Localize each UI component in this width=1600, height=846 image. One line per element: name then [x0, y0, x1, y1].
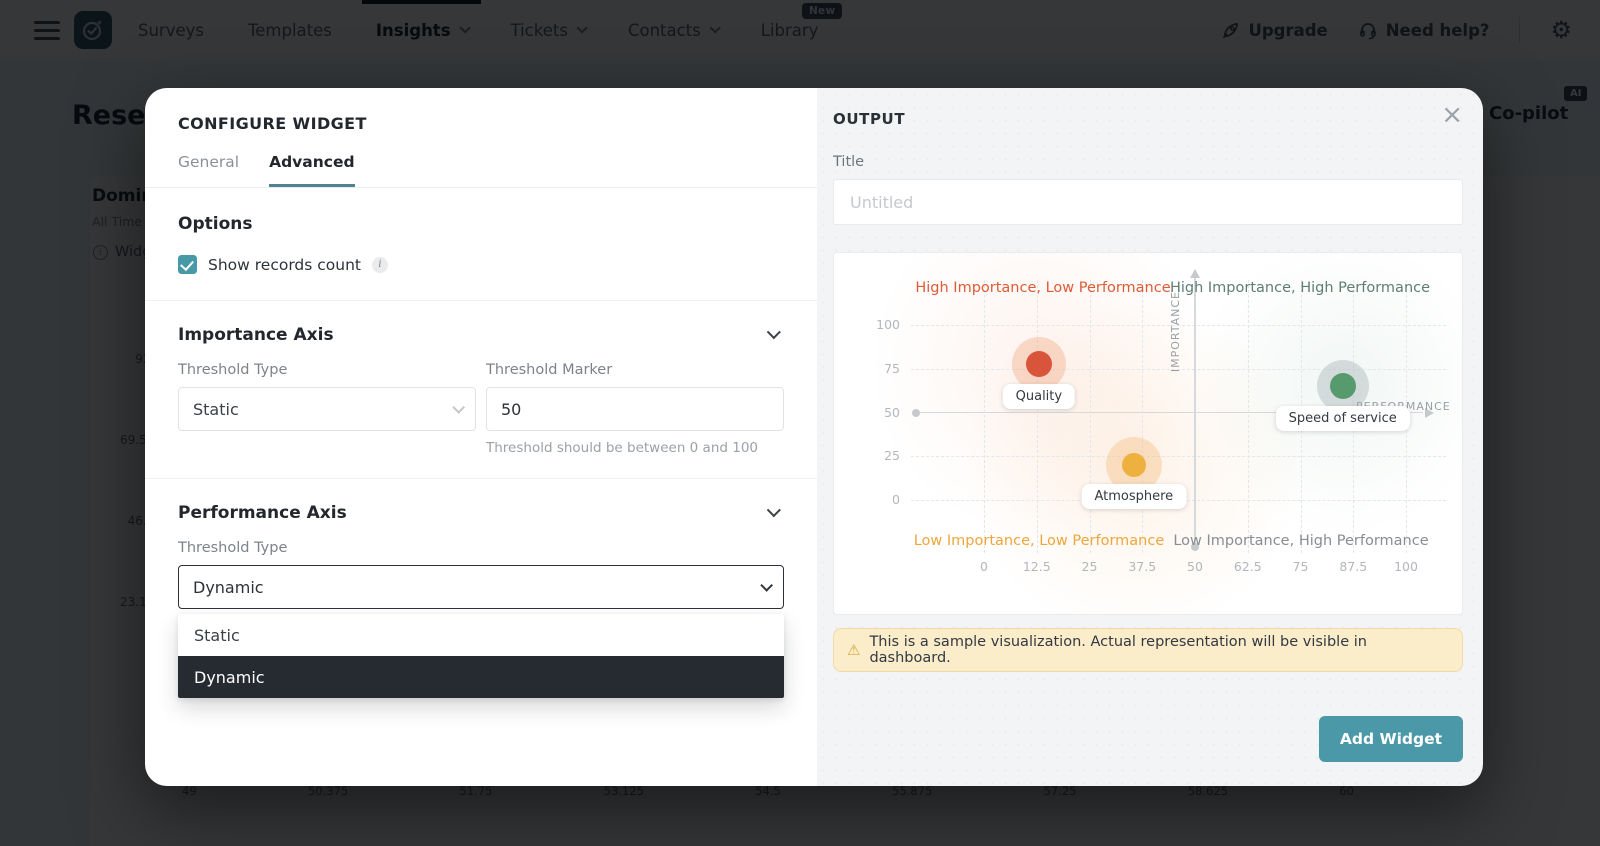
importance-axis-label: IMPORTANCE	[1169, 291, 1182, 372]
axis-end-dot	[912, 409, 920, 417]
chevron-down-icon	[767, 503, 781, 517]
x-tick-label: 100	[1384, 559, 1428, 574]
gridline-horizontal	[911, 456, 1446, 457]
x-tick-label: 87.5	[1331, 559, 1375, 574]
selected-value: Dynamic	[193, 578, 264, 597]
gridline-vertical	[1142, 280, 1143, 553]
dropdown-option-static[interactable]: Static	[178, 614, 784, 656]
chart-preview-card: 012.52537.55062.57587.51000255075100PERF…	[833, 252, 1463, 615]
dropdown-option-dynamic[interactable]: Dynamic	[178, 656, 784, 698]
configure-widget-modal: CONFIGURE WIDGET General Advanced Option…	[145, 88, 1483, 786]
modal-tabs: General Advanced	[145, 153, 817, 188]
show-records-checkbox[interactable]	[178, 255, 197, 274]
x-tick-label: 62.5	[1226, 559, 1270, 574]
chevron-down-icon	[767, 325, 781, 339]
chevron-down-icon	[452, 401, 465, 414]
x-tick-label: 37.5	[1120, 559, 1164, 574]
x-tick-label: 75	[1279, 559, 1323, 574]
threshold-helper-text: Threshold should be between 0 and 100	[486, 440, 784, 456]
importance-axis-line	[1194, 278, 1196, 545]
performance-axis-heading: Performance Axis	[178, 503, 347, 523]
divider	[145, 478, 817, 479]
x-tick-label: 50	[1173, 559, 1217, 574]
output-panel: OUTPUT × Title 0 12.5 25 37.5 50 62.5 75 87.5 10…	[817, 88, 1483, 786]
threshold-marker-label: Threshold Marker	[486, 362, 784, 378]
threshold-marker-input[interactable]	[486, 387, 784, 431]
screen: SurveysTemplatesInsightsTicketsContactsL…	[0, 0, 1600, 846]
gridline-vertical	[1248, 280, 1249, 553]
y-tick-label: 0	[852, 492, 900, 507]
show-records-label: Show records count	[208, 256, 361, 274]
widget-title-input[interactable]	[833, 179, 1463, 225]
sample-note-banner: ⚠ This is a sample visualization. Actual…	[833, 628, 1463, 672]
performance-axis-header[interactable]: Performance Axis	[178, 503, 784, 523]
configure-panel: CONFIGURE WIDGET General Advanced Option…	[145, 88, 817, 786]
threshold-type-field: Threshold Type Static	[178, 362, 476, 456]
options-heading: Options	[178, 214, 784, 234]
point-label-chip: Atmosphere	[1081, 484, 1186, 509]
point-label-chip: Speed of service	[1276, 406, 1410, 431]
quadrant-label-bottom-left: Low Importance, Low Performance	[914, 533, 1165, 549]
importance-threshold-type-select[interactable]: Static	[178, 387, 476, 431]
tab-advanced[interactable]: Advanced	[269, 153, 355, 187]
quadrant-label-top-right: High Importance, High Performance	[1170, 280, 1430, 296]
widget-title-label: Title	[833, 154, 1463, 170]
x-tick-label: 12.5	[1015, 559, 1059, 574]
threshold-type-dropdown-menu: StaticDynamic	[178, 614, 784, 698]
sample-note-text: This is a sample visualization. Actual r…	[869, 634, 1449, 666]
gridline-vertical	[1090, 280, 1091, 553]
data-point-dot	[1026, 351, 1052, 377]
output-heading: OUTPUT	[833, 110, 1463, 128]
y-tick-label: 100	[852, 317, 900, 332]
importance-axis-header[interactable]: Importance Axis	[178, 325, 784, 345]
quadrant-label-bottom-right: Low Importance, High Performance	[1173, 533, 1428, 549]
threshold-type-label: Threshold Type	[178, 362, 476, 378]
importance-fields: Threshold Type Static Threshold Marker T…	[178, 362, 784, 456]
close-icon[interactable]: ×	[1441, 102, 1463, 128]
divider	[145, 300, 817, 301]
quadrant-chart: 012.52537.55062.57587.51000255075100PERF…	[834, 253, 1462, 614]
data-point-dot	[1122, 453, 1146, 477]
axis-arrow-up	[1190, 269, 1200, 278]
performance-threshold-type-label: Threshold Type	[178, 540, 784, 556]
show-records-row: Show records count i	[178, 255, 784, 274]
add-widget-button[interactable]: Add Widget	[1319, 716, 1463, 762]
y-tick-label: 25	[852, 448, 900, 463]
tab-general[interactable]: General	[178, 153, 239, 187]
x-tick-label: 25	[1068, 559, 1112, 574]
gridline-vertical	[984, 280, 985, 553]
modal-title: CONFIGURE WIDGET	[178, 114, 784, 133]
y-tick-label: 75	[852, 361, 900, 376]
selected-value: Static	[193, 400, 239, 419]
point-label-chip: Quality	[1003, 384, 1075, 409]
x-tick-label: 0	[962, 559, 1006, 574]
importance-axis-heading: Importance Axis	[178, 325, 334, 345]
threshold-marker-field: Threshold Marker Threshold should be bet…	[486, 362, 784, 456]
records-info-icon[interactable]: i	[372, 257, 388, 273]
y-tick-label: 50	[852, 405, 900, 420]
data-point-dot	[1330, 373, 1356, 399]
warning-icon: ⚠	[847, 643, 860, 658]
performance-threshold-type-select[interactable]: Dynamic	[178, 565, 784, 609]
gridline-vertical	[1037, 280, 1038, 553]
chevron-down-icon	[760, 579, 773, 592]
quadrant-label-top-left: High Importance, Low Performance	[915, 280, 1170, 296]
